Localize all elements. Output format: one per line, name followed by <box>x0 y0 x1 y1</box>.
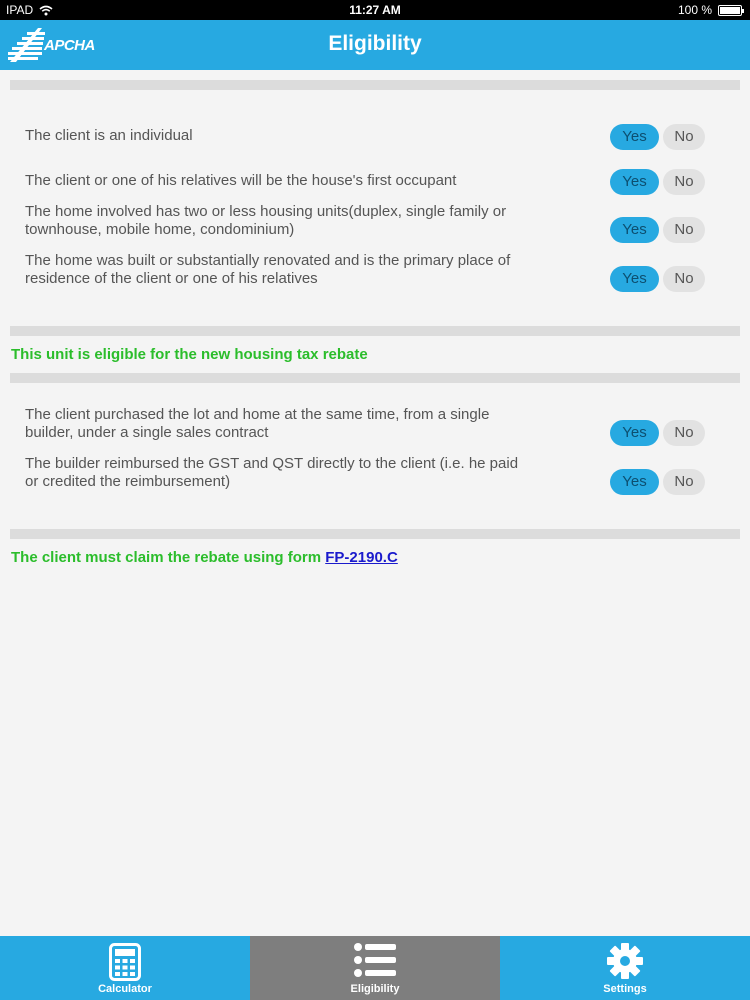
section-divider <box>10 326 740 336</box>
yes-option[interactable]: Yes <box>610 420 659 446</box>
no-option[interactable]: No <box>663 420 705 446</box>
yes-no-toggle[interactable]: Yes No <box>610 266 705 292</box>
question-row: The client purchased the lot and home at… <box>25 406 725 446</box>
battery-group: 100 % <box>677 3 744 17</box>
tab-label: Calculator <box>98 983 152 995</box>
yes-option[interactable]: Yes <box>610 469 659 495</box>
status-time: 11:27 AM <box>349 3 401 17</box>
section-divider <box>10 373 740 383</box>
yes-no-toggle[interactable]: Yes No <box>610 217 705 243</box>
tab-settings[interactable]: Settings <box>500 936 750 1000</box>
battery-label: 100 % <box>677 3 712 17</box>
battery-icon <box>718 4 744 16</box>
form-link[interactable]: FP-2190.C <box>325 549 398 566</box>
question-text: The builder reimbursed the GST and QST d… <box>25 455 519 490</box>
question-row: The home was built or substantially reno… <box>25 252 725 292</box>
no-option[interactable]: No <box>663 169 705 195</box>
question-text: The home involved has two or less housin… <box>25 203 507 238</box>
yes-option[interactable]: Yes <box>610 217 659 243</box>
no-option[interactable]: No <box>663 124 705 150</box>
tab-label: Eligibility <box>350 983 400 995</box>
question-row: The builder reimbursed the GST and QST d… <box>25 455 725 495</box>
tab-eligibility[interactable]: Eligibility <box>250 936 500 1000</box>
status-bar: IPAD 11:27 AM 100 % <box>0 0 750 20</box>
yes-option[interactable]: Yes <box>610 169 659 195</box>
page-title: Eligibility <box>328 32 422 55</box>
rebate-form-result: The client must claim the rebate using f… <box>11 549 398 566</box>
eligibility-result: This unit is eligible for the new housin… <box>11 346 368 363</box>
no-option[interactable]: No <box>663 469 705 495</box>
question-text: The home was built or substantially reno… <box>25 252 511 287</box>
section-divider <box>10 529 740 539</box>
tab-bar: Calculator Eligibility Settings <box>0 936 750 1000</box>
question-row: The client is an individual Yes No <box>25 124 725 150</box>
yes-option[interactable]: Yes <box>610 124 659 150</box>
yes-option[interactable]: Yes <box>610 266 659 292</box>
no-option[interactable]: No <box>663 217 705 243</box>
question-text: The client is an individual <box>25 127 193 144</box>
list-icon <box>354 943 396 977</box>
yes-no-toggle[interactable]: Yes No <box>610 124 705 150</box>
no-option[interactable]: No <box>663 266 705 292</box>
yes-no-toggle[interactable]: Yes No <box>610 420 705 446</box>
gear-icon <box>607 943 643 979</box>
question-row: The client or one of his relatives will … <box>25 169 725 195</box>
tab-calculator[interactable]: Calculator <box>0 936 250 1000</box>
rebate-form-text: The client must claim the rebate using f… <box>11 549 322 566</box>
calculator-icon <box>109 943 141 981</box>
section-divider <box>10 80 740 90</box>
question-text: The client or one of his relatives will … <box>25 172 457 189</box>
yes-no-toggle[interactable]: Yes No <box>610 169 705 195</box>
yes-no-toggle[interactable]: Yes No <box>610 469 705 495</box>
question-row: The home involved has two or less housin… <box>25 203 725 243</box>
nav-bar: APCHA Eligibility <box>0 20 750 70</box>
tab-label: Settings <box>603 983 647 995</box>
question-text: The client purchased the lot and home at… <box>25 406 490 441</box>
